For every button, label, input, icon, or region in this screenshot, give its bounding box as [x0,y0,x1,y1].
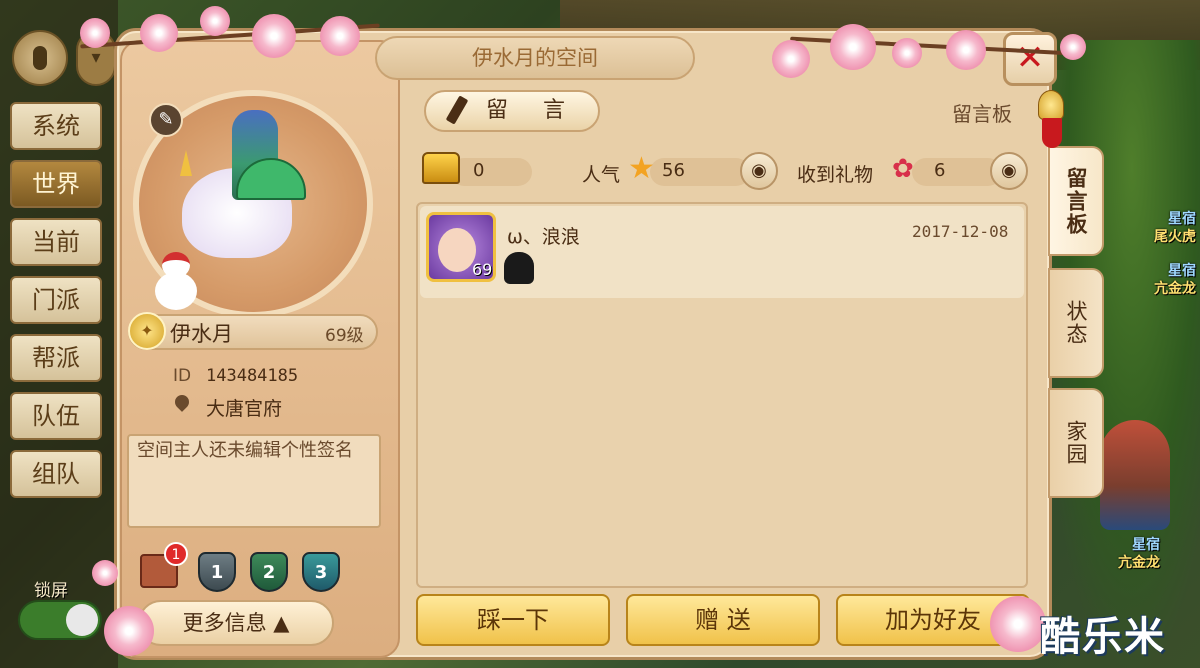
blossom-decoration [104,606,154,656]
view-gifts-button[interactable]: ◉ [990,152,1028,190]
shield-badge-3[interactable]: 3 [302,552,340,592]
blossom-decoration [946,30,986,70]
npc-name: 亢金龙 [1118,555,1160,571]
blossom-decoration [990,596,1046,652]
star-icon: ★ [628,151,655,186]
shield-badge-1[interactable]: 1 [198,552,236,592]
view-popularity-button[interactable]: ◉ [740,152,778,190]
channel-tab-1[interactable]: 世界 [10,160,102,208]
tab-message-board[interactable]: 留言板 [1048,146,1104,256]
shield-badge-2[interactable]: 2 [250,552,288,592]
blossom-decoration [1060,34,1086,60]
blossom-decoration [830,24,876,70]
tassel-decoration [1042,118,1062,148]
microphone-icon [33,46,47,70]
mail-count-badge: 1 [164,542,188,566]
npc-title: 星宿 [1168,263,1196,279]
npc-name: 亢金龙 [1154,281,1196,297]
snowman-decoration [150,250,200,310]
message-date: 2017-12-08 [912,222,1009,241]
gold-count: 0 [473,160,485,181]
blossom-decoration [200,6,230,36]
player-level: 69级 [325,326,364,346]
gift-button[interactable]: 赠 送 [626,594,820,646]
player-location: 大唐官府 [206,398,283,420]
npc-name: 尾火虎 [1154,229,1196,245]
message-author-name[interactable]: ω、浪浪 [507,222,580,249]
blossom-decoration [252,14,296,58]
tab-status[interactable]: 状态 [1048,268,1104,378]
panel-title: 伊水月的空间 [375,36,695,80]
blossom-decoration [892,38,922,68]
avatar-face [438,228,476,272]
channel-tab-5[interactable]: 队伍 [10,392,102,440]
signature-box[interactable]: 空间主人还未编辑个性签名 [127,434,381,528]
eye-icon: ◉ [1001,160,1017,181]
treasure-chest-icon [422,152,460,184]
toggle-knob [66,604,98,636]
blossom-decoration [92,560,118,586]
player-name: 伊水月 [170,322,233,346]
gifts-pill [912,158,1002,186]
tab-home[interactable]: 家园 [1048,388,1104,498]
voice-button[interactable] [12,30,68,86]
chevron-down-icon: ▾ [91,47,101,68]
channel-tab-4[interactable]: 帮派 [10,334,102,382]
more-info-button[interactable]: 更多信息 ▲ [138,600,334,646]
blossom-decoration [320,16,360,56]
channel-tab-3[interactable]: 门派 [10,276,102,324]
unicorn-horn [180,150,192,176]
close-button[interactable]: ✕ [1003,32,1057,86]
channel-tab-2[interactable]: 当前 [10,218,102,266]
lock-screen-toggle[interactable] [18,600,102,640]
chevron-up-icon: ▲ [273,611,290,635]
blossom-decoration [80,18,110,48]
watermark: 酷乐米 [1040,614,1166,660]
id-label: ID [173,366,192,386]
npc-title: 星宿 [1132,537,1160,553]
emoji-icon [504,252,534,284]
channel-tab-0[interactable]: 系统 [10,102,102,150]
player-id: 143484185 [206,366,299,386]
blossom-decoration [140,14,178,52]
eye-icon: ◉ [751,160,767,181]
gifts-label: 收到礼物 [797,164,874,186]
gifts-count: 6 [934,160,946,181]
poke-button[interactable]: 踩一下 [416,594,610,646]
board-title: 留言板 [952,102,1012,126]
npc-title: 星宿 [1168,211,1196,227]
rose-icon: ✿ [892,154,914,184]
popularity-label: 人气 [582,164,621,186]
npc-label-2[interactable]: 星宿 亢金龙 [1154,262,1196,298]
snowman-head [162,252,190,278]
bell-icon [1038,90,1064,120]
brush-icon: ✎ [158,109,174,130]
medal-icon[interactable]: ✦ [128,312,166,350]
npc-label-1[interactable]: 星宿 尾火虎 [1154,210,1196,246]
more-info-label: 更多信息 [182,611,267,635]
message-author-level: 69 [472,260,493,279]
lock-screen-label: 锁屏 [34,581,68,601]
message-item[interactable] [420,206,1024,298]
npc-label-3[interactable]: 星宿 亢金龙 [1118,536,1160,572]
popularity-count: 56 [662,160,685,181]
gold-pill [450,158,532,186]
blossom-decoration [772,40,810,78]
channel-tab-6[interactable]: 组队 [10,450,102,498]
close-icon: ✕ [1015,38,1045,78]
background-npc-character[interactable] [1100,420,1170,530]
edit-avatar-button[interactable]: ✎ [149,103,183,137]
